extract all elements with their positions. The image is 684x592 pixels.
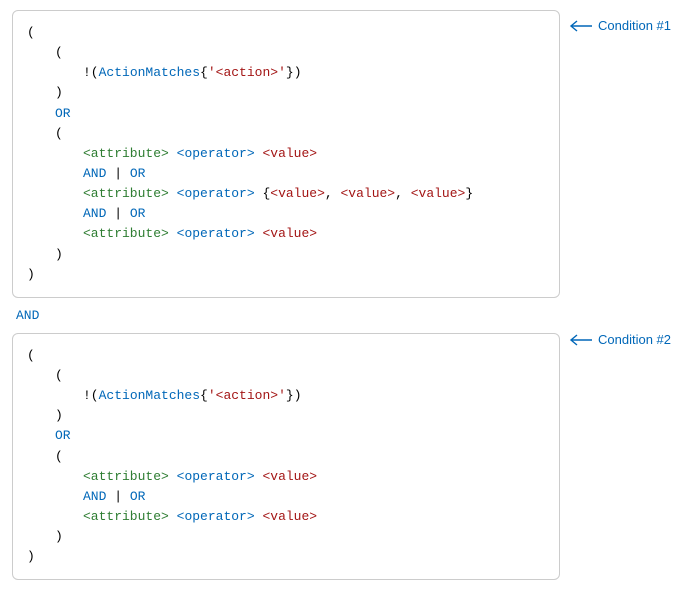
attribute-placeholder: <attribute> xyxy=(83,509,169,524)
brace-close: } xyxy=(286,388,294,403)
code-line: OR xyxy=(27,104,545,124)
paren-close: ) xyxy=(55,529,63,544)
operator-placeholder: <operator> xyxy=(177,226,255,241)
paren-open: ( xyxy=(55,368,63,383)
quote: ' xyxy=(278,388,286,403)
or-keyword: OR xyxy=(130,489,146,504)
bang-open: !( xyxy=(83,388,99,403)
and-keyword: AND xyxy=(83,489,106,504)
code-line: ( xyxy=(27,447,545,467)
paren-close: ) xyxy=(294,65,302,80)
code-line: ( xyxy=(27,366,545,386)
code-line: ) xyxy=(27,265,545,285)
condition-block-1: ( ( !(ActionMatches{'<action>'}) ) OR ( … xyxy=(12,10,560,298)
callout-label: Condition #1 xyxy=(598,18,671,33)
space xyxy=(169,226,177,241)
callout-label: Condition #2 xyxy=(598,332,671,347)
and-keyword: AND xyxy=(83,166,106,181)
or-keyword: OR xyxy=(55,106,71,121)
code-line: <attribute> <operator> <value> xyxy=(27,224,545,244)
and-keyword: AND xyxy=(83,206,106,221)
quote: ' xyxy=(208,388,216,403)
or-keyword: OR xyxy=(130,206,146,221)
arrow-left-icon xyxy=(568,334,592,346)
and-separator: AND xyxy=(16,308,672,323)
code-line: ( xyxy=(27,346,545,366)
bang-open: !( xyxy=(83,65,99,80)
space xyxy=(169,469,177,484)
attribute-placeholder: <attribute> xyxy=(83,226,169,241)
paren-close: ) xyxy=(294,388,302,403)
value-placeholder: <value> xyxy=(262,146,317,161)
code-line: AND | OR xyxy=(27,164,545,184)
code-line: AND | OR xyxy=(27,204,545,224)
code-line: <attribute> <operator> <value> xyxy=(27,467,545,487)
pipe: | xyxy=(106,206,129,221)
comma: , xyxy=(395,186,411,201)
code-line: ( xyxy=(27,124,545,144)
or-keyword: OR xyxy=(130,166,146,181)
operator-placeholder: <operator> xyxy=(177,509,255,524)
attribute-placeholder: <attribute> xyxy=(83,146,169,161)
operator-placeholder: <operator> xyxy=(177,469,255,484)
value-placeholder: <value> xyxy=(411,186,466,201)
code-line: AND | OR xyxy=(27,487,545,507)
paren-open: ( xyxy=(55,45,63,60)
value-placeholder: <value> xyxy=(270,186,325,201)
action-placeholder: <action> xyxy=(216,65,278,80)
code-line: ( xyxy=(27,23,545,43)
brace-close: } xyxy=(286,65,294,80)
condition-block-2: ( ( !(ActionMatches{'<action>'}) ) OR ( … xyxy=(12,333,560,581)
paren-open: ( xyxy=(55,126,63,141)
code-line: <attribute> <operator> {<value>, <value>… xyxy=(27,184,545,204)
action-matches: ActionMatches xyxy=(99,65,200,80)
value-placeholder: <value> xyxy=(341,186,396,201)
attribute-placeholder: <attribute> xyxy=(83,469,169,484)
quote: ' xyxy=(278,65,286,80)
comma: , xyxy=(325,186,341,201)
paren-close: ) xyxy=(27,549,35,564)
code-line: OR xyxy=(27,426,545,446)
code-line: !(ActionMatches{'<action>'}) xyxy=(27,63,545,83)
space xyxy=(169,186,177,201)
code-line: ) xyxy=(27,245,545,265)
callout-condition-1: Condition #1 xyxy=(568,18,671,33)
code-line: ) xyxy=(27,406,545,426)
value-placeholder: <value> xyxy=(262,226,317,241)
brace-close: } xyxy=(465,186,473,201)
code-line: ) xyxy=(27,527,545,547)
pipe: | xyxy=(106,489,129,504)
code-line: ) xyxy=(27,547,545,567)
value-placeholder: <value> xyxy=(262,469,317,484)
or-keyword: OR xyxy=(55,428,71,443)
brace-open: { xyxy=(200,388,208,403)
paren-open: ( xyxy=(27,348,35,363)
callout-condition-2: Condition #2 xyxy=(568,332,671,347)
paren-close: ) xyxy=(55,247,63,262)
space xyxy=(169,509,177,524)
paren-close: ) xyxy=(55,85,63,100)
value-placeholder: <value> xyxy=(262,509,317,524)
code-line: !(ActionMatches{'<action>'}) xyxy=(27,386,545,406)
quote: ' xyxy=(208,65,216,80)
action-placeholder: <action> xyxy=(216,388,278,403)
paren-close: ) xyxy=(55,408,63,423)
attribute-placeholder: <attribute> xyxy=(83,186,169,201)
arrow-left-icon xyxy=(568,20,592,32)
operator-placeholder: <operator> xyxy=(177,146,255,161)
action-matches: ActionMatches xyxy=(99,388,200,403)
space xyxy=(169,146,177,161)
pipe: | xyxy=(106,166,129,181)
code-line: <attribute> <operator> <value> xyxy=(27,144,545,164)
code-line: ) xyxy=(27,83,545,103)
paren-open: ( xyxy=(55,449,63,464)
operator-placeholder: <operator> xyxy=(177,186,255,201)
paren-open: ( xyxy=(27,25,35,40)
brace-open: { xyxy=(200,65,208,80)
paren-close: ) xyxy=(27,267,35,282)
code-line: ( xyxy=(27,43,545,63)
code-line: <attribute> <operator> <value> xyxy=(27,507,545,527)
